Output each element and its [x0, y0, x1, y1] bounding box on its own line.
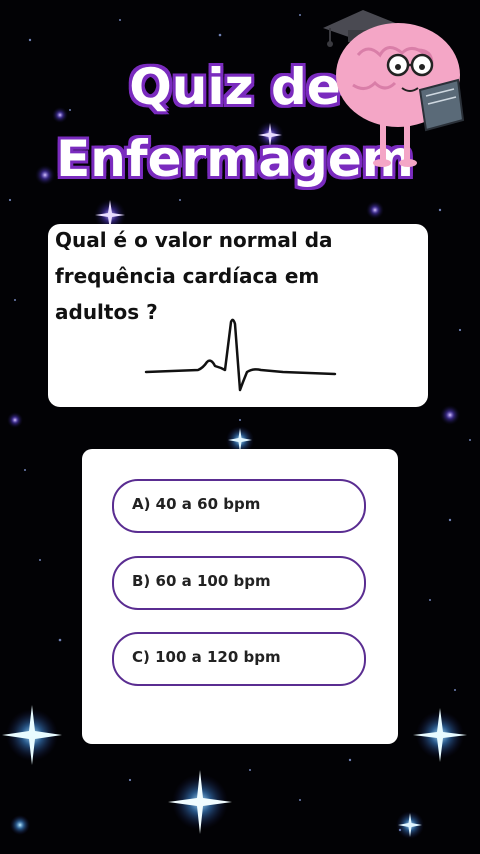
- option-c-button[interactable]: C) 100 a 120 bpm: [112, 632, 366, 686]
- option-a-label: A) 40 a 60 bpm: [132, 495, 261, 513]
- option-c-label: C) 100 a 120 bpm: [132, 648, 281, 666]
- option-b-label: B) 60 a 100 bpm: [132, 572, 271, 590]
- question-card: Qual é o valor normal da frequência card…: [48, 224, 428, 407]
- answers-card: A) 40 a 60 bpm B) 60 a 100 bpm C) 100 a …: [82, 449, 398, 744]
- brain-mascot-icon: [323, 10, 465, 167]
- option-a-button[interactable]: A) 40 a 60 bpm: [112, 479, 366, 533]
- heartbeat-ecg-icon: [144, 318, 337, 392]
- option-b-button[interactable]: B) 60 a 100 bpm: [112, 556, 366, 610]
